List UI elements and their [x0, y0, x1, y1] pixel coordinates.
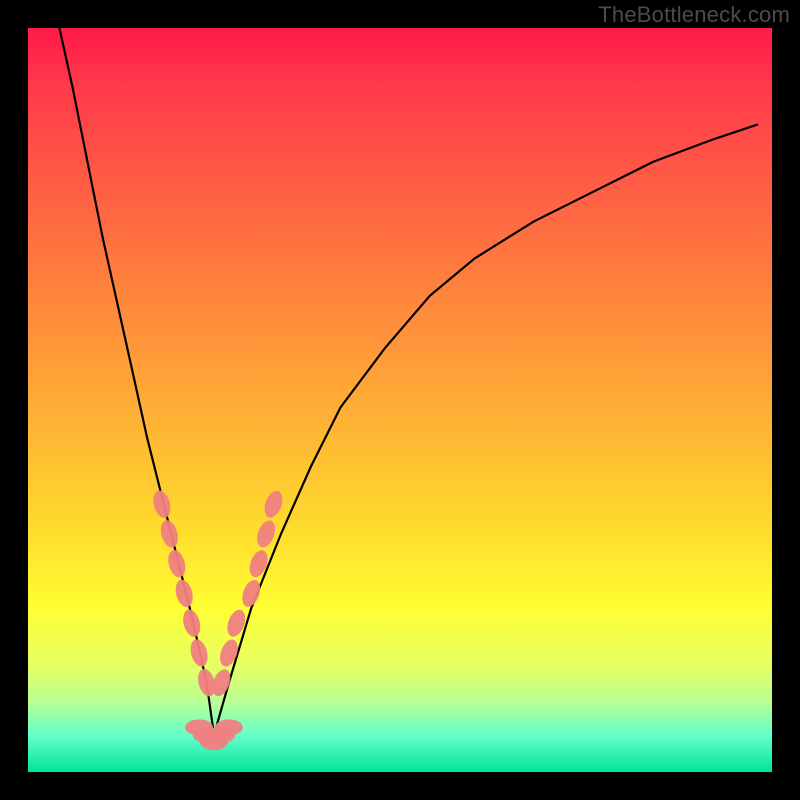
data-marker [173, 578, 196, 609]
data-marker [224, 607, 249, 639]
data-marker [261, 488, 286, 520]
watermark-text: TheBottleneck.com [598, 2, 790, 28]
chart-frame: TheBottleneck.com [0, 0, 800, 800]
data-marker [165, 548, 188, 579]
data-marker [158, 518, 181, 549]
data-marker [246, 548, 271, 580]
data-marker [151, 489, 174, 520]
data-marker [254, 518, 279, 550]
bottleneck-curve [58, 28, 757, 735]
data-marker [188, 637, 211, 668]
curve-layer [28, 28, 772, 772]
plot-area [28, 28, 772, 772]
data-marker [180, 608, 203, 639]
data-marker [215, 719, 243, 735]
data-marker [239, 578, 264, 610]
